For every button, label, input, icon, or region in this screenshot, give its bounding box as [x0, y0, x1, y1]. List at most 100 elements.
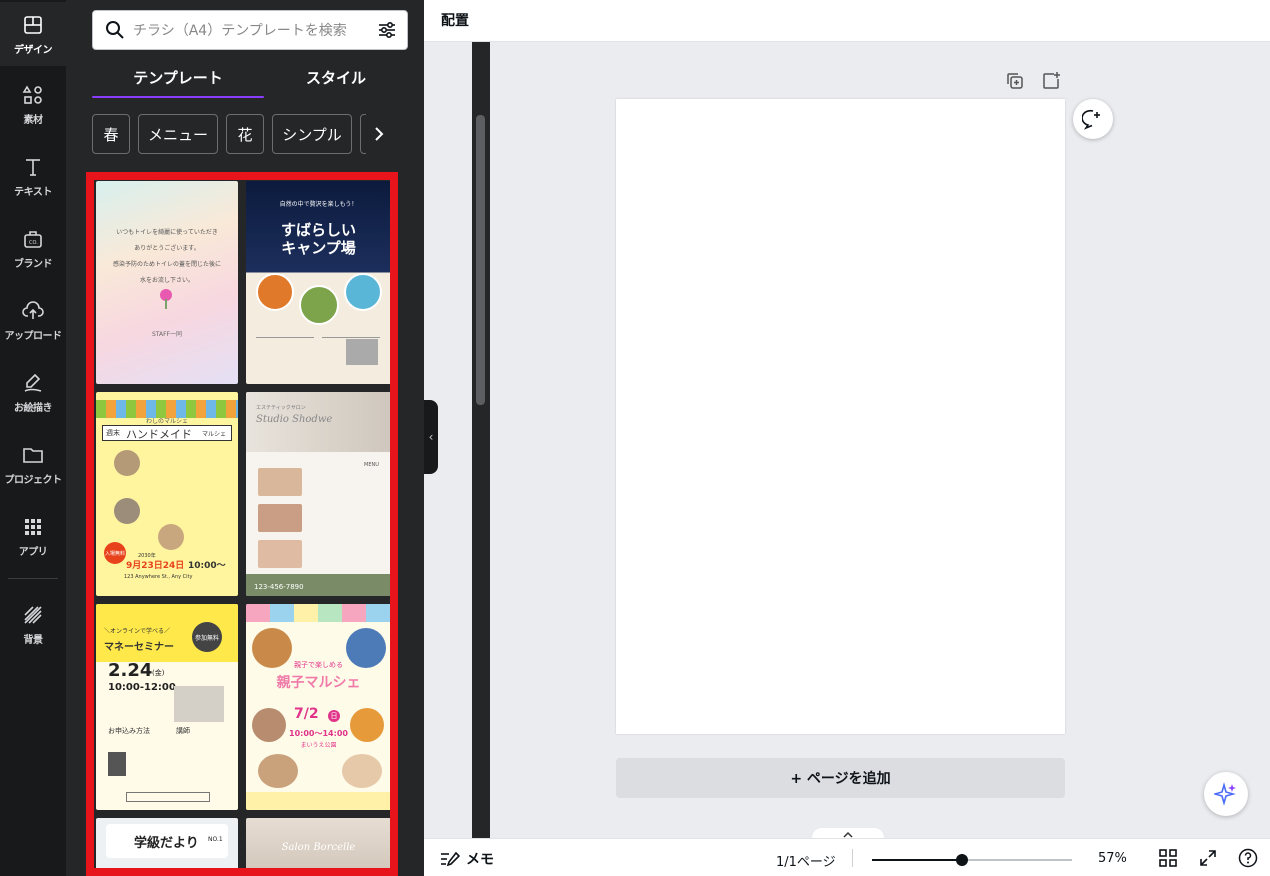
chip-menu[interactable]: メニュー: [138, 114, 218, 154]
notes-icon: [441, 851, 460, 867]
rail-draw[interactable]: お絵描き: [0, 360, 66, 424]
photo-lake: [344, 273, 382, 311]
notes-button[interactable]: メモ: [440, 849, 494, 869]
templates-panel: テンプレート スタイル 春 メニュー 花 シンプル セ いつもトイレを綺麗に使っ…: [66, 0, 490, 876]
tab-label: テンプレート: [133, 68, 223, 87]
chevron-right-icon: [375, 127, 384, 141]
free-badge: 入場無料: [104, 542, 126, 564]
shapes-icon: [22, 84, 42, 104]
template-kids-marche[interactable]: 親子で楽しめる 親子マルシェ 7/2 日 10:00〜14:00 まいうえ公園: [246, 604, 390, 810]
template-handmade-marche[interactable]: わしのマルシェ 週末 ハンドメイド マルシェ 入場無料 2030年 9月23日2…: [96, 392, 238, 596]
chip-label: 花: [237, 125, 253, 144]
scrollbar-thumb[interactable]: [476, 115, 485, 405]
duplicate-page-icon[interactable]: [1004, 70, 1026, 92]
template-money-seminar[interactable]: ＼オンラインで学べる／ マネーセミナー 参加無料 2.24 (金) 10:00-…: [96, 604, 238, 810]
add-page-button[interactable]: + ページを追加: [616, 758, 1065, 798]
template-restroom-notice[interactable]: いつもトイレを綺麗に使っていただき ありがとうございます。 感染予防のためトイレ…: [96, 181, 238, 384]
rail-apps[interactable]: アプリ: [0, 504, 66, 568]
zoom-slider[interactable]: [872, 854, 1072, 866]
tab-templates[interactable]: テンプレート: [92, 56, 264, 98]
template-text: 123 Anywhere St., Any City: [124, 574, 193, 580]
photo: [158, 524, 184, 550]
tab-label: スタイル: [305, 68, 366, 87]
template-salon[interactable]: エステティックサロン Studio Shodwe MENU 123-456-78…: [246, 392, 390, 596]
collapse-panel-button[interactable]: ‹: [424, 400, 438, 474]
page-counter[interactable]: 1/1ページ: [776, 851, 836, 870]
search-input[interactable]: [133, 19, 365, 43]
chip-label: 春: [103, 125, 119, 144]
template-text: Salon Borcelle: [281, 842, 356, 853]
template-text: ＼オンラインで学べる／: [104, 628, 171, 635]
photo-campfire: [256, 273, 294, 311]
template-class-newsletter[interactable]: 学級だより NO.1: [96, 818, 238, 868]
photo: [258, 504, 302, 532]
zoom-level[interactable]: 57%: [1098, 851, 1127, 866]
template-text: エステティックサロン: [256, 405, 306, 411]
template-grid: いつもトイレを綺麗に使っていただき ありがとうございます。 感染予防のためトイレ…: [86, 172, 398, 876]
template-text: STAFF一同: [151, 331, 182, 338]
template-text: ありがとうございます。: [134, 245, 200, 252]
filter-icon[interactable]: [377, 20, 397, 40]
rail-brand[interactable]: CO. ブランド: [0, 216, 66, 280]
template-text: まいうえ公園: [300, 742, 337, 749]
editor-topbar: 配置: [424, 0, 1270, 42]
panel-scrollbar[interactable]: [472, 0, 490, 876]
rail-label: 背景: [23, 634, 44, 646]
draw-icon: [24, 373, 42, 392]
add-page-label: + ページを追加: [790, 771, 891, 787]
chevron-left-icon: ‹: [428, 430, 434, 444]
layout-icon: [24, 15, 42, 34]
zoom-slider-handle[interactable]: [956, 854, 968, 866]
photo: [258, 754, 298, 788]
template-text: 10:00〜14:00: [289, 729, 348, 738]
help-icon[interactable]: [1238, 848, 1258, 868]
add-page-icon[interactable]: [1040, 70, 1062, 92]
search-box[interactable]: [92, 10, 408, 50]
rail-projects[interactable]: プロジェクト: [0, 432, 66, 496]
apps-icon: [25, 518, 41, 535]
tab-styles[interactable]: スタイル: [256, 56, 416, 98]
chip-flower[interactable]: 花: [226, 114, 264, 154]
template-text: マルシェ: [202, 431, 227, 438]
design-page-canvas[interactable]: [616, 99, 1065, 734]
folder-icon: [23, 447, 43, 463]
template-text: いつもトイレを綺麗に使っていただき: [116, 229, 218, 236]
grid-view-icon[interactable]: [1158, 848, 1178, 868]
svg-text:CO.: CO.: [29, 240, 38, 246]
rail-background[interactable]: 背景: [0, 592, 66, 656]
chip-simple[interactable]: シンプル: [272, 114, 352, 154]
rail-label: プロジェクト: [4, 474, 63, 486]
side-rail: デザイン 素材 テキスト CO. ブランド アップロード お絵描き プロジェクト…: [0, 0, 66, 876]
rail-label: お絵描き: [14, 402, 53, 414]
free-badge: 参加無料: [192, 622, 222, 652]
photo-food: [299, 285, 339, 325]
qr-code: [108, 752, 126, 776]
chip-spring[interactable]: 春: [92, 114, 130, 154]
template-text: 講師: [176, 727, 190, 735]
rail-design[interactable]: デザイン: [0, 2, 66, 66]
template-text: 週末: [106, 429, 120, 437]
rail-text[interactable]: テキスト: [0, 144, 66, 208]
template-text: 10:00-12:00: [108, 682, 176, 693]
brand-icon: CO.: [24, 230, 42, 248]
photo-lecturer: [174, 686, 224, 722]
photo: [258, 468, 302, 496]
chips-next-button[interactable]: [366, 114, 392, 154]
flower-stem: [165, 299, 167, 309]
photo: [258, 540, 302, 568]
template-text: Studio Shodwe: [256, 414, 333, 425]
template-text: 2.24: [108, 660, 153, 681]
rail-label: アプリ: [18, 546, 48, 558]
add-comment-button[interactable]: [1073, 99, 1113, 139]
template-camp[interactable]: 自然の中で贅沢を楽しもう！ すばらしい キャンプ場: [246, 181, 390, 384]
magic-assistant-button[interactable]: [1204, 772, 1248, 816]
template-text: マネーセミナー: [104, 642, 174, 653]
upload-icon: [22, 300, 44, 319]
rail-label: アップロード: [4, 330, 63, 342]
rail-elements[interactable]: 素材: [0, 72, 66, 136]
fullscreen-icon[interactable]: [1198, 848, 1218, 868]
footer-band: [246, 792, 390, 810]
template-salon-borcelle[interactable]: Salon Borcelle: [246, 818, 390, 868]
rail-uploads[interactable]: アップロード: [0, 288, 66, 352]
page-title[interactable]: 配置: [441, 10, 469, 30]
